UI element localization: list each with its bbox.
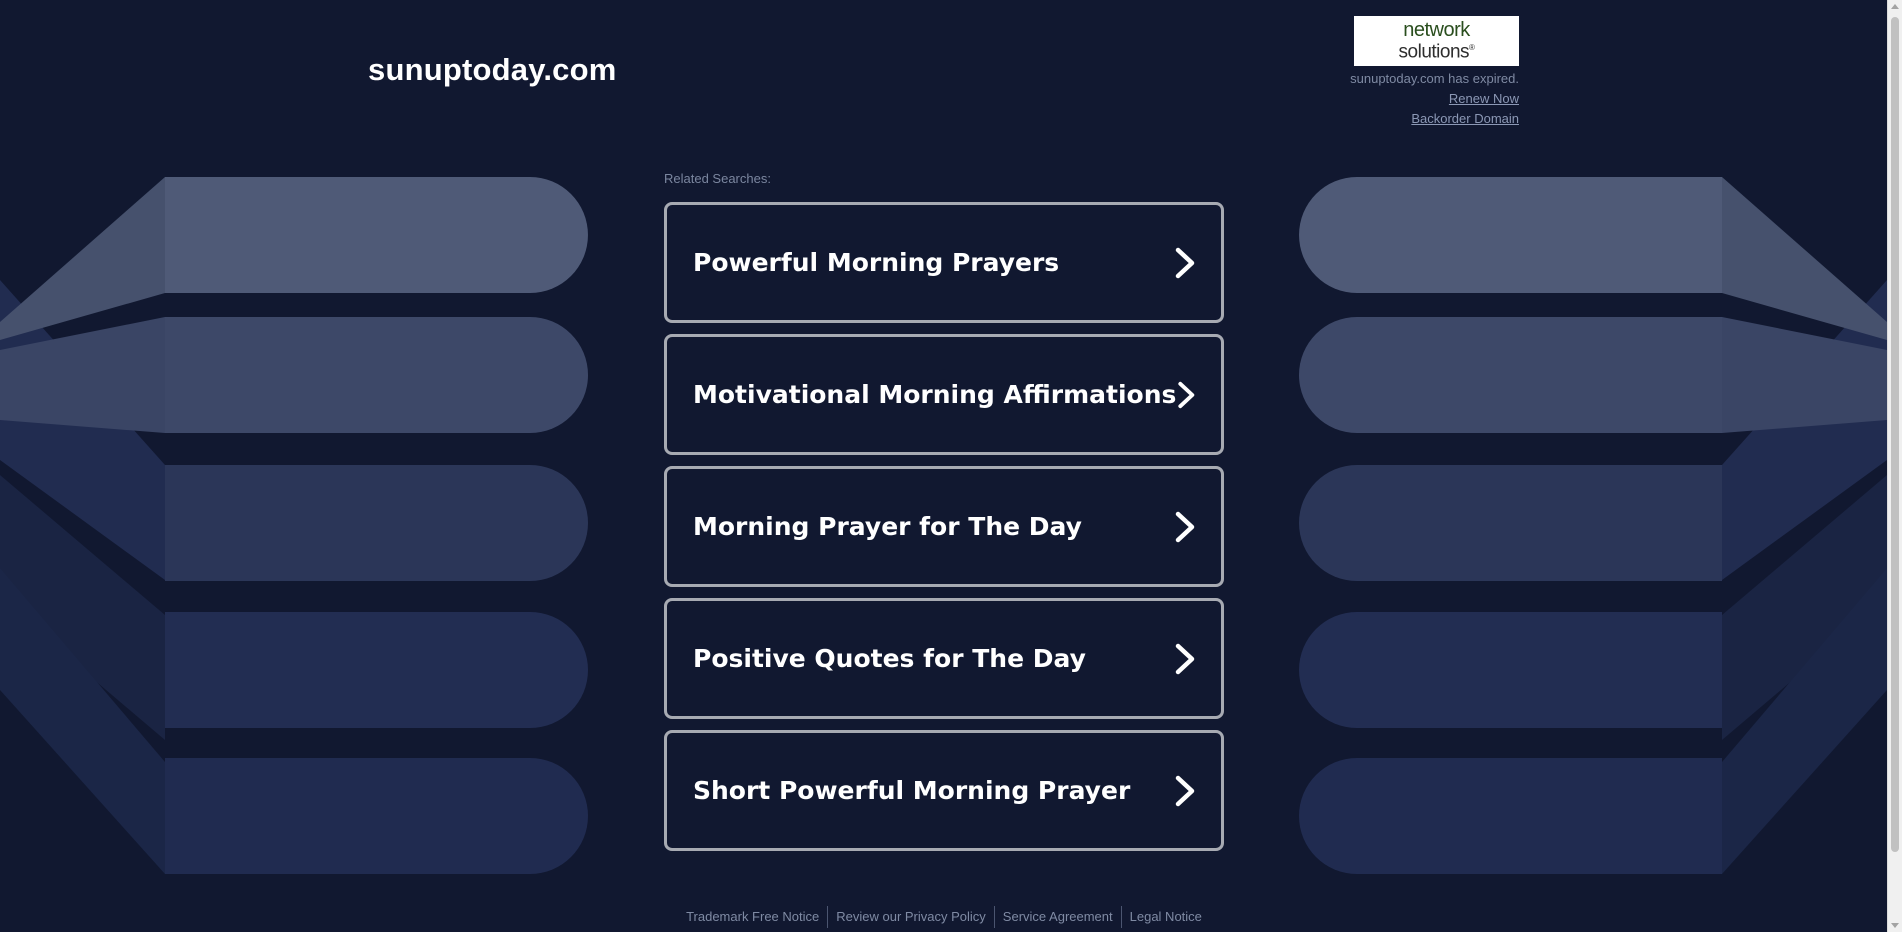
chevron-right-icon [1175, 511, 1195, 542]
registrar-panel: network solutions® sunuptoday.com has ex… [1350, 16, 1519, 126]
related-search-link[interactable]: Morning Prayer for The Day [664, 466, 1224, 587]
related-searches-label: Related Searches: [664, 171, 771, 186]
related-search-label: Positive Quotes for The Day [693, 644, 1086, 673]
related-search-label: Short Powerful Morning Prayer [693, 776, 1131, 805]
related-search-link[interactable]: Short Powerful Morning Prayer [664, 730, 1224, 851]
chevron-right-icon [1175, 247, 1195, 278]
privacy-policy-link[interactable]: Review our Privacy Policy [828, 906, 995, 928]
backorder-domain-link[interactable]: Backorder Domain [1350, 112, 1519, 126]
chevron-right-icon [1175, 643, 1195, 674]
vertical-scrollbar[interactable] [1887, 0, 1902, 932]
trademark-notice-link[interactable]: Trademark Free Notice [678, 906, 829, 928]
footer-links: Trademark Free Notice Review our Privacy… [664, 906, 1224, 928]
related-search-label: Motivational Morning Affirmations [693, 380, 1177, 409]
network-solutions-logo[interactable]: network solutions® [1354, 16, 1519, 66]
related-search-link[interactable]: Motivational Morning Affirmations [664, 334, 1224, 455]
renew-now-link[interactable]: Renew Now [1350, 92, 1519, 106]
related-search-link[interactable]: Positive Quotes for The Day [664, 598, 1224, 719]
related-searches-list: Powerful Morning Prayers Motivational Mo… [664, 202, 1224, 862]
related-search-label: Morning Prayer for The Day [693, 512, 1082, 541]
scrollbar-thumb[interactable] [1891, 17, 1899, 852]
related-search-label: Powerful Morning Prayers [693, 248, 1060, 277]
scroll-down-icon[interactable] [1891, 923, 1899, 928]
expired-notice: sunuptoday.com has expired. [1350, 71, 1519, 86]
site-title: sunuptoday.com [368, 52, 617, 87]
chevron-right-icon [1178, 381, 1195, 408]
logo-line-2: solutions® [1398, 41, 1475, 63]
logo-line-1: network [1403, 19, 1470, 41]
service-agreement-link[interactable]: Service Agreement [995, 906, 1122, 928]
chevron-right-icon [1175, 775, 1195, 806]
page: sunuptoday.com network solutions® sunupt… [0, 0, 1902, 932]
related-search-link[interactable]: Powerful Morning Prayers [664, 202, 1224, 323]
legal-notice-link[interactable]: Legal Notice [1122, 906, 1210, 928]
scroll-up-icon[interactable] [1891, 4, 1899, 9]
